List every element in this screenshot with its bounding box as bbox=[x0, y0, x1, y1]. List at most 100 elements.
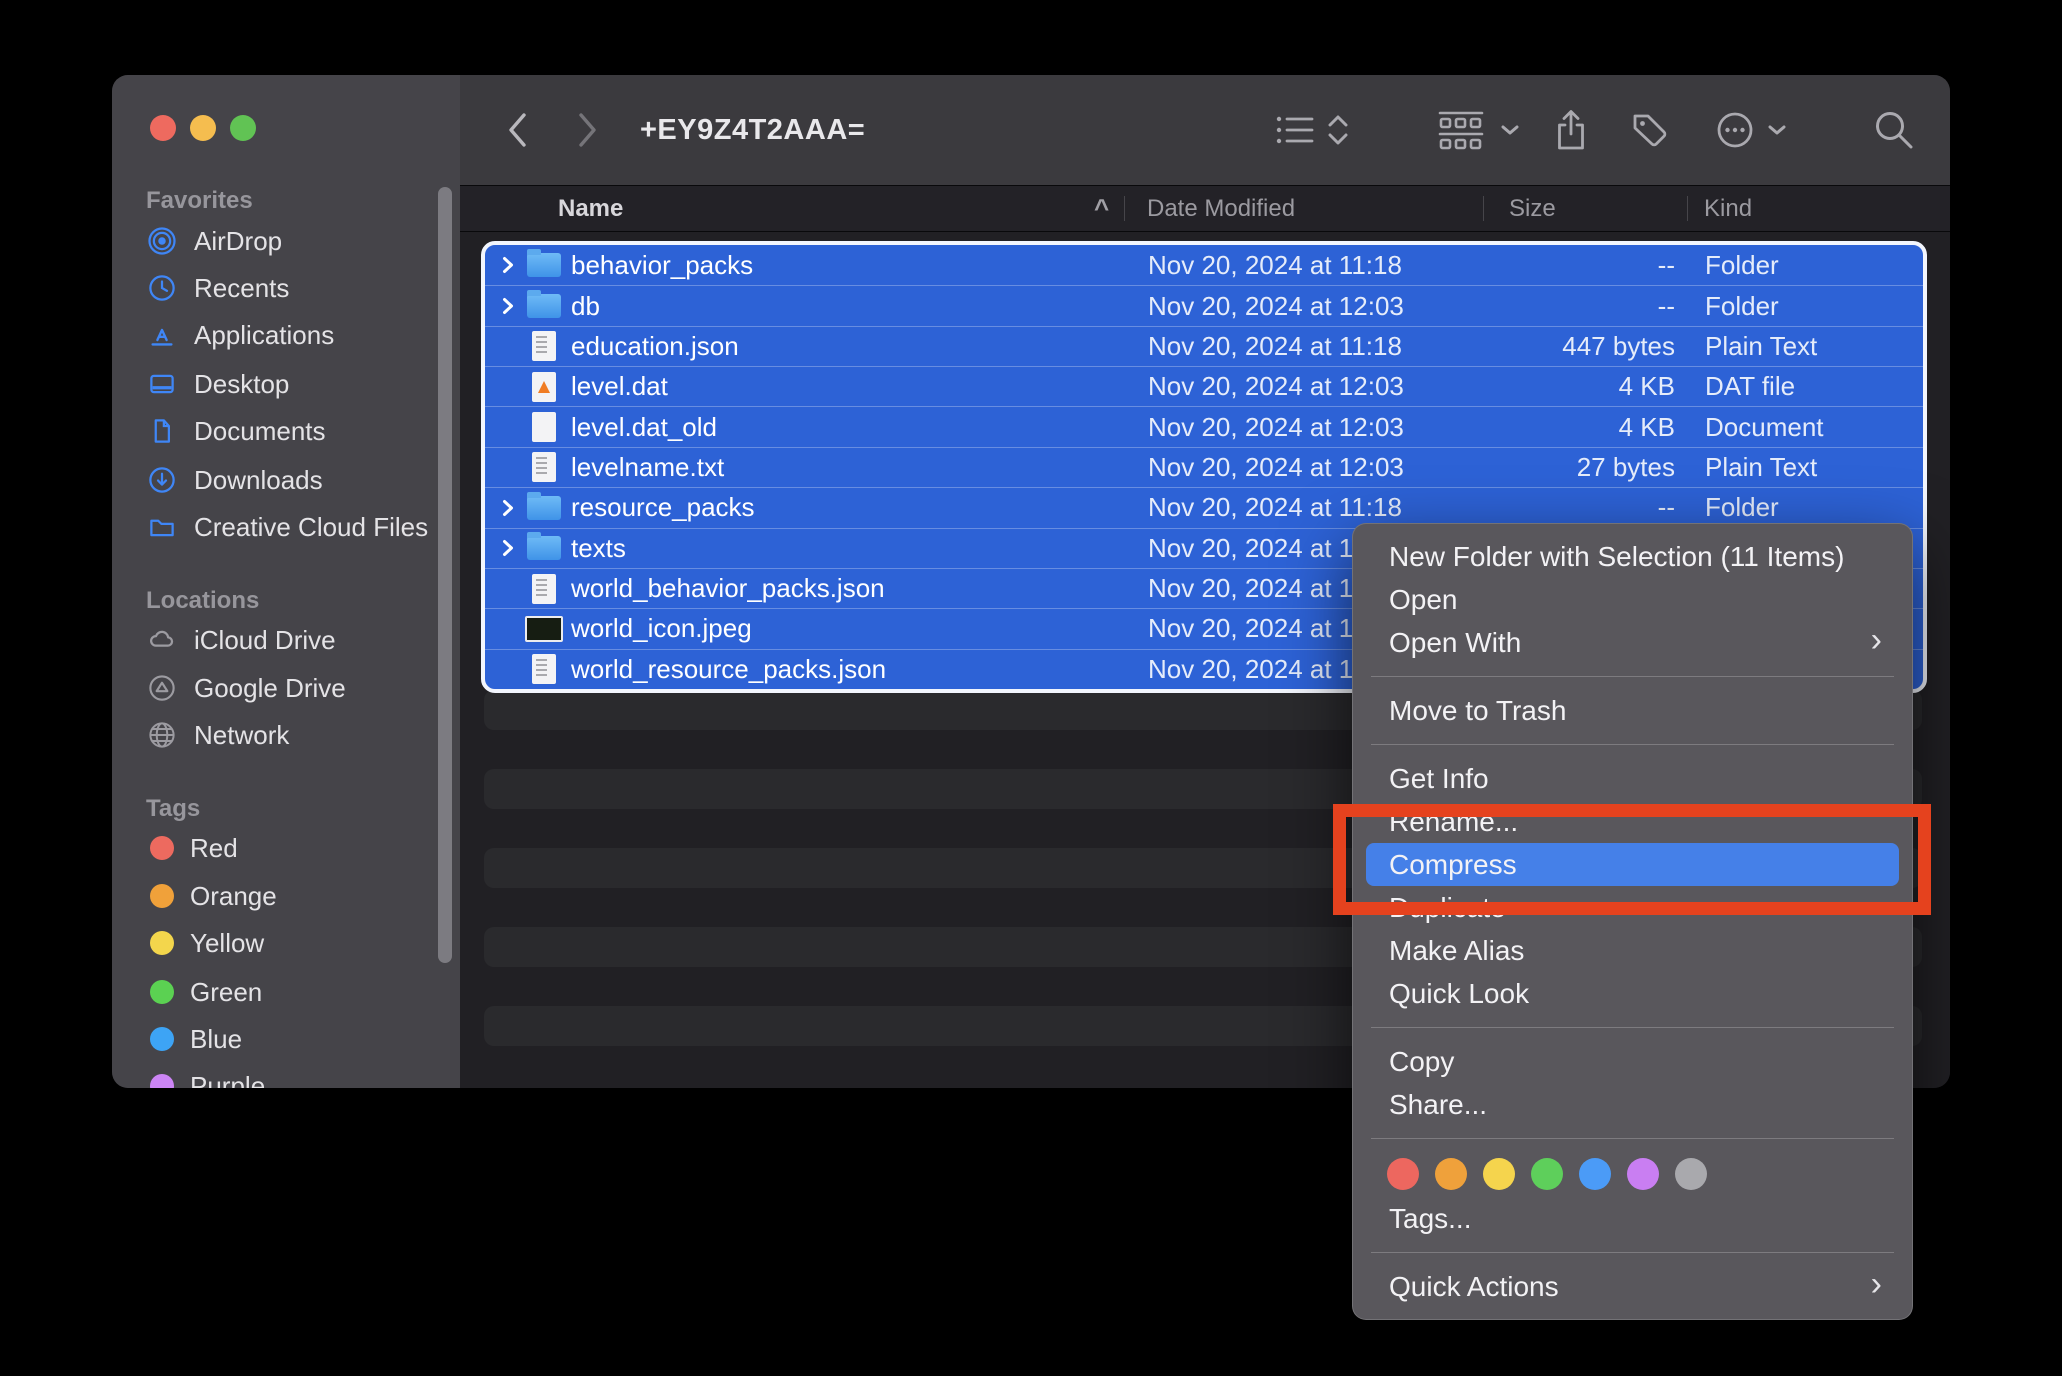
file-date: Nov 20, 2024 at 12:03 bbox=[1148, 448, 1404, 487]
group-view-icon[interactable] bbox=[1432, 75, 1490, 185]
file-date: Nov 20, 2024 at 11:18 bbox=[1148, 245, 1402, 285]
sidebar-item-airdrop[interactable]: AirDrop bbox=[146, 221, 426, 261]
sidebar-item-creative-cloud-files[interactable]: Creative Cloud Files bbox=[146, 507, 426, 547]
text-file-icon bbox=[523, 654, 565, 684]
file-name: db bbox=[571, 291, 600, 322]
sidebar-item-network[interactable]: Network bbox=[146, 715, 426, 755]
column-divider[interactable] bbox=[1483, 196, 1484, 221]
sidebar-tag-red[interactable]: Red bbox=[146, 828, 426, 868]
minimize-window-button[interactable] bbox=[190, 115, 216, 141]
tag-icon[interactable] bbox=[1625, 75, 1675, 185]
more-options-icon[interactable] bbox=[1709, 75, 1761, 185]
list-view-icon[interactable] bbox=[1270, 75, 1320, 185]
airdrop-icon bbox=[146, 225, 178, 257]
zoom-window-button[interactable] bbox=[230, 115, 256, 141]
table-row[interactable]: level.dat_old Nov 20, 2024 at 12:03 4 KB… bbox=[485, 406, 1923, 446]
table-row[interactable]: levelname.txt Nov 20, 2024 at 12:03 27 b… bbox=[485, 447, 1923, 487]
sidebar-tag-purple[interactable]: Purple bbox=[146, 1066, 426, 1088]
context-menu: New Folder with Selection (11 Items) Ope… bbox=[1352, 523, 1913, 1320]
sidebar-tag-blue[interactable]: Blue bbox=[146, 1019, 426, 1059]
sidebar-section-locations: Locations bbox=[146, 581, 259, 621]
menu-item-share[interactable]: Share... bbox=[1353, 1083, 1912, 1126]
column-header-name[interactable]: Name bbox=[558, 186, 623, 231]
sidebar-item-documents[interactable]: Documents bbox=[146, 411, 426, 451]
sidebar-item-recents[interactable]: Recents bbox=[146, 268, 426, 308]
submenu-chevron-icon: › bbox=[1871, 1265, 1882, 1304]
file-size: -- bbox=[1465, 245, 1675, 285]
yellow-tag-icon bbox=[150, 931, 174, 955]
green-tag-icon bbox=[150, 980, 174, 1004]
menu-item-quick-actions[interactable]: Quick Actions› bbox=[1353, 1265, 1912, 1308]
orange-tag-swatch[interactable] bbox=[1435, 1158, 1467, 1190]
file-name: texts bbox=[571, 533, 626, 564]
sort-direction-icon[interactable] bbox=[1318, 75, 1358, 185]
sidebar-item-icloud-drive[interactable]: iCloud Drive bbox=[146, 620, 426, 660]
file-name: world_resource_packs.json bbox=[571, 654, 886, 685]
back-button[interactable] bbox=[495, 75, 539, 185]
file-name: world_icon.jpeg bbox=[571, 613, 752, 644]
column-header-date-modified[interactable]: Date Modified bbox=[1147, 186, 1295, 231]
green-tag-swatch[interactable] bbox=[1531, 1158, 1563, 1190]
forward-button[interactable] bbox=[566, 75, 610, 185]
table-row[interactable]: level.dat Nov 20, 2024 at 12:03 4 KB DAT… bbox=[485, 366, 1923, 406]
sidebar-item-applications[interactable]: Applications bbox=[146, 315, 426, 355]
purple-tag-swatch[interactable] bbox=[1627, 1158, 1659, 1190]
disclosure-chevron-icon[interactable] bbox=[493, 256, 523, 274]
sidebar-item-label: AirDrop bbox=[194, 226, 282, 257]
screen: Favorites AirDrop Recents Applications D… bbox=[0, 0, 2062, 1376]
blue-tag-swatch[interactable] bbox=[1579, 1158, 1611, 1190]
close-window-button[interactable] bbox=[150, 115, 176, 141]
sidebar-scrollbar[interactable] bbox=[438, 187, 452, 963]
gray-tag-swatch[interactable] bbox=[1675, 1158, 1707, 1190]
search-icon[interactable] bbox=[1868, 75, 1920, 185]
table-row[interactable]: resource_packs Nov 20, 2024 at 11:18 -- … bbox=[485, 487, 1923, 527]
column-divider[interactable] bbox=[1124, 196, 1125, 221]
sidebar-tag-yellow[interactable]: Yellow bbox=[146, 923, 426, 963]
menu-item-new-folder-with-selection[interactable]: New Folder with Selection (11 Items) bbox=[1353, 535, 1912, 578]
file-date: Nov 20, 2024 at 1 bbox=[1148, 529, 1353, 568]
disclosure-chevron-icon[interactable] bbox=[493, 297, 523, 315]
menu-separator bbox=[1353, 1015, 1912, 1040]
submenu-chevron-icon: › bbox=[1871, 621, 1882, 660]
menu-item-make-alias[interactable]: Make Alias bbox=[1353, 929, 1912, 972]
disclosure-chevron-icon[interactable] bbox=[493, 499, 523, 517]
desktop-icon bbox=[146, 368, 178, 400]
disclosure-chevron-icon[interactable] bbox=[493, 539, 523, 557]
downloads-icon bbox=[146, 464, 178, 496]
menu-item-copy[interactable]: Copy bbox=[1353, 1040, 1912, 1083]
menu-separator bbox=[1353, 732, 1912, 757]
sidebar-item-label: Downloads bbox=[194, 465, 323, 496]
table-row[interactable]: education.json Nov 20, 2024 at 11:18 447… bbox=[485, 326, 1923, 366]
menu-item-move-to-trash[interactable]: Move to Trash bbox=[1353, 689, 1912, 732]
blue-tag-icon bbox=[150, 1027, 174, 1051]
file-date: Nov 20, 2024 at 12:03 bbox=[1148, 367, 1404, 406]
sidebar-item-desktop[interactable]: Desktop bbox=[146, 364, 426, 404]
sidebar-item-label: Blue bbox=[190, 1024, 242, 1055]
menu-item-open-with[interactable]: Open With› bbox=[1353, 621, 1912, 664]
chevron-down-icon[interactable] bbox=[1494, 75, 1526, 185]
file-size: -- bbox=[1465, 488, 1675, 527]
table-row[interactable]: behavior_packs Nov 20, 2024 at 11:18 -- … bbox=[485, 245, 1923, 285]
column-divider[interactable] bbox=[1687, 196, 1688, 221]
file-name: education.json bbox=[571, 331, 739, 362]
column-header-size[interactable]: Size bbox=[1509, 186, 1556, 231]
menu-item-quick-look[interactable]: Quick Look bbox=[1353, 972, 1912, 1015]
red-tag-swatch[interactable] bbox=[1387, 1158, 1419, 1190]
menu-separator bbox=[1353, 1126, 1912, 1151]
chevron-down-icon[interactable] bbox=[1761, 75, 1793, 185]
sidebar-item-downloads[interactable]: Downloads bbox=[146, 460, 426, 500]
menu-item-open[interactable]: Open bbox=[1353, 578, 1912, 621]
file-date: Nov 20, 2024 at 1 bbox=[1148, 650, 1353, 689]
sidebar-item-google-drive[interactable]: Google Drive bbox=[146, 668, 426, 708]
menu-item-tags[interactable]: Tags... bbox=[1353, 1197, 1912, 1240]
column-header-kind[interactable]: Kind bbox=[1704, 186, 1752, 231]
window-title: +EY9Z4T2AAA= bbox=[640, 75, 865, 185]
menu-item-get-info[interactable]: Get Info bbox=[1353, 757, 1912, 800]
share-icon[interactable] bbox=[1546, 75, 1596, 185]
yellow-tag-swatch[interactable] bbox=[1483, 1158, 1515, 1190]
sidebar-tag-green[interactable]: Green bbox=[146, 972, 426, 1012]
file-date: Nov 20, 2024 at 11:18 bbox=[1148, 488, 1402, 527]
file-size: -- bbox=[1465, 286, 1675, 325]
table-row[interactable]: db Nov 20, 2024 at 12:03 -- Folder bbox=[485, 285, 1923, 325]
sidebar-tag-orange[interactable]: Orange bbox=[146, 876, 426, 916]
